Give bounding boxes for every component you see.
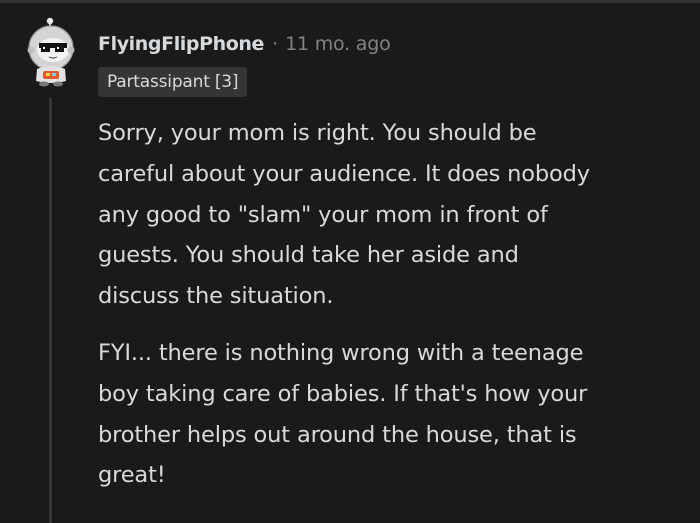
text-line: brother helps out around the house, that…: [98, 421, 577, 448]
meta-separator: ·: [272, 33, 279, 55]
text-line: any good to "slam" your mom in front of: [98, 201, 548, 228]
text-line: boy taking care of babies. If that's how…: [98, 380, 588, 407]
comment-top-divider: [0, 0, 700, 3]
thread-collapse-line[interactable]: [49, 98, 52, 523]
comment-paragraph: FYI... there is nothing wrong with a tee…: [98, 333, 683, 496]
comment-paragraph: Sorry, your mom is right. You should be …: [98, 113, 683, 317]
text-line: Sorry, your mom is right. You should be: [98, 120, 537, 146]
user-flair: Partassipant [3]: [98, 67, 248, 97]
text-line: careful about your audience. It does nob…: [98, 160, 590, 187]
username-link[interactable]: FlyingFlipPhone: [98, 33, 264, 55]
comment-header: FlyingFlipPhone · 11 mo. ago: [98, 30, 391, 58]
comment-body: Sorry, your mom is right. You should be …: [98, 113, 683, 496]
text-line: FYI... there is nothing wrong with a tee…: [98, 339, 584, 366]
comment-timestamp[interactable]: 11 mo. ago: [285, 33, 391, 55]
text-line: guests. You should take her aside and: [98, 242, 519, 269]
text-line: great!: [98, 462, 166, 489]
text-line: discuss the situation.: [98, 283, 334, 310]
user-avatar[interactable]: [22, 17, 80, 87]
